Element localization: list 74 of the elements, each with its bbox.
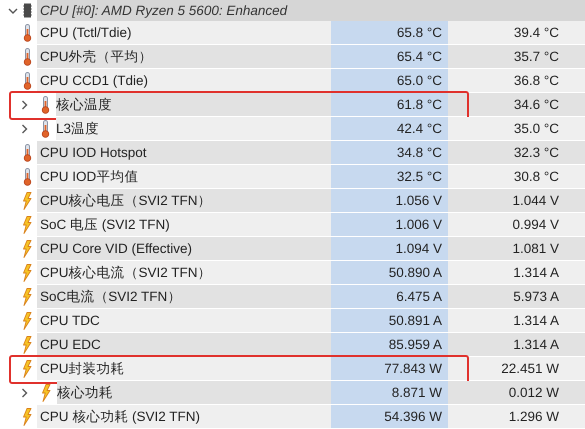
value-cell: 1.314 A bbox=[448, 333, 585, 357]
current-value: 42.4 °C bbox=[331, 117, 448, 141]
value-cell: 35.0 °C bbox=[448, 117, 585, 141]
sensor-label: CPU核心电流（SVI2 TFN） bbox=[37, 261, 331, 285]
value-cell: 1.314 A bbox=[448, 261, 585, 285]
sensor-label: 核心温度 bbox=[56, 93, 331, 117]
value-cell: 0.994 V bbox=[448, 213, 585, 237]
thermometer-icon bbox=[23, 24, 32, 42]
sensor-label: CPU Core VID (Effective) bbox=[37, 237, 331, 261]
value-cell: 35.7 °C bbox=[448, 45, 585, 69]
current-value: 50.890 A bbox=[331, 261, 448, 285]
thermometer-icon bbox=[23, 144, 32, 162]
value-cell: 36.8 °C bbox=[448, 69, 585, 93]
current-value: 1.094 V bbox=[331, 237, 448, 261]
current-value: 65.4 °C bbox=[331, 45, 448, 69]
sensor-label: CPU TDC bbox=[37, 309, 331, 333]
sensor-label: CPU 核心功耗 (SVI2 TFN) bbox=[37, 405, 331, 429]
current-value: 65.0 °C bbox=[331, 69, 448, 93]
value-cell: 1.044 V bbox=[448, 189, 585, 213]
thermometer-icon bbox=[41, 120, 50, 138]
chevron-down-icon[interactable] bbox=[8, 6, 18, 14]
sensor-label: CPU IOD Hotspot bbox=[37, 141, 331, 165]
chevron-right-icon[interactable] bbox=[21, 124, 28, 134]
sensor-label: CPU封装功耗 bbox=[37, 357, 331, 381]
chevron-right-icon[interactable] bbox=[21, 100, 28, 110]
sensor-label: L3温度 bbox=[56, 117, 331, 141]
chevron-right-icon[interactable] bbox=[21, 388, 28, 398]
thermometer-icon bbox=[41, 96, 50, 114]
value-cell: 1.081 V bbox=[448, 237, 585, 261]
current-value: 77.843 W bbox=[331, 357, 448, 381]
current-value: 54.396 W bbox=[331, 405, 448, 429]
current-value: 1.006 V bbox=[331, 213, 448, 237]
thermometer-icon bbox=[23, 168, 32, 186]
current-value: 65.8 °C bbox=[331, 21, 448, 45]
sensor-label: CPU EDC bbox=[37, 333, 331, 357]
current-value: 1.056 V bbox=[331, 189, 448, 213]
lightning-icon bbox=[22, 216, 32, 234]
value-cell: 22.451 W bbox=[448, 357, 585, 381]
current-value: 32.5 °C bbox=[331, 165, 448, 189]
value-cell: 5.973 A bbox=[448, 285, 585, 309]
lightning-icon bbox=[22, 360, 32, 378]
value-cell: 34.6 °C bbox=[448, 93, 585, 117]
lightning-icon bbox=[22, 192, 32, 210]
value-cell: 1.314 A bbox=[448, 309, 585, 333]
sensor-label: CPU IOD平均值 bbox=[37, 165, 331, 189]
value-cell: 0.012 W bbox=[448, 381, 585, 405]
chip-icon bbox=[23, 3, 32, 18]
sensor-label: SoC 电压 (SVI2 TFN) bbox=[37, 213, 331, 237]
sensor-label: 核心功耗 bbox=[57, 381, 331, 405]
current-value: 6.475 A bbox=[331, 285, 448, 309]
sensor-label: CPU (Tctl/Tdie) bbox=[37, 21, 331, 45]
current-value: 34.8 °C bbox=[331, 141, 448, 165]
current-value: 85.959 A bbox=[331, 333, 448, 357]
lightning-icon bbox=[22, 288, 32, 306]
lightning-icon bbox=[22, 336, 32, 354]
value-cell: 32.3 °C bbox=[448, 141, 585, 165]
sensor-label: SoC电流（SVI2 TFN） bbox=[37, 285, 331, 309]
value-cell: 39.4 °C bbox=[448, 21, 585, 45]
thermometer-icon bbox=[23, 72, 32, 90]
current-value: 61.8 °C bbox=[331, 93, 448, 117]
value-cell: 30.8 °C bbox=[448, 165, 585, 189]
lightning-icon bbox=[41, 384, 51, 402]
device-title: CPU [#0]: AMD Ryzen 5 5600: Enhanced bbox=[37, 0, 585, 21]
sensor-label: CPU外壳（平均） bbox=[37, 45, 331, 69]
current-value: 50.891 A bbox=[331, 309, 448, 333]
lightning-icon bbox=[22, 312, 32, 330]
lightning-icon bbox=[22, 264, 32, 282]
thermometer-icon bbox=[23, 48, 32, 66]
lightning-icon bbox=[22, 240, 32, 258]
current-value: 8.871 W bbox=[331, 381, 448, 405]
lightning-icon bbox=[22, 408, 32, 426]
sensor-label: CPU核心电压（SVI2 TFN） bbox=[37, 189, 331, 213]
sensor-label: CPU CCD1 (Tdie) bbox=[37, 69, 331, 93]
value-cell: 1.296 W bbox=[448, 405, 585, 429]
